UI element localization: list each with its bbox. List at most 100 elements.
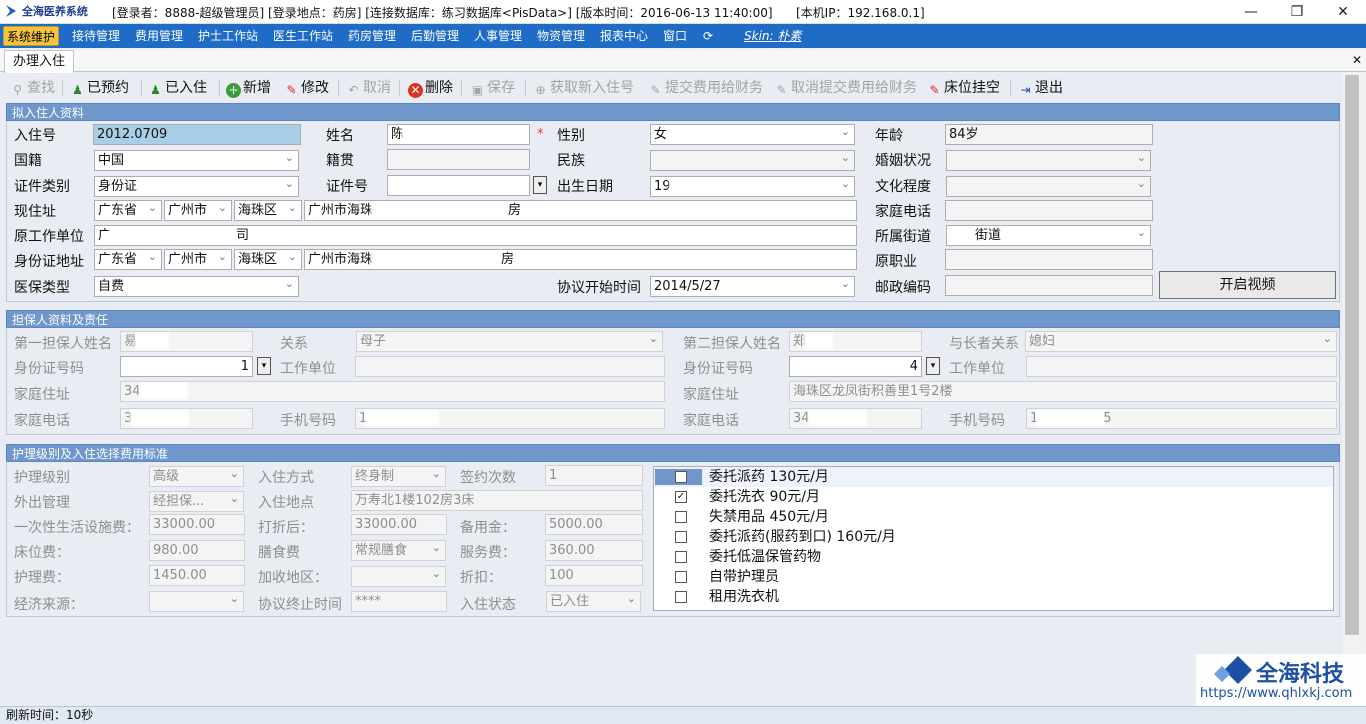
guarantor2-mobile-field[interactable]: 15 [1026, 408, 1337, 429]
scrollbar-thumb[interactable] [1345, 75, 1359, 635]
guarantor1-address-field[interactable]: 34 [120, 381, 665, 402]
old-job-field[interactable] [945, 249, 1153, 270]
menu-reception[interactable]: 接待管理 [69, 26, 123, 46]
home-phone-field[interactable] [945, 200, 1153, 221]
ethnic-select[interactable] [650, 150, 855, 171]
nationality-select[interactable]: 中国 [94, 150, 299, 171]
menu-logistics[interactable]: 后勤管理 [408, 26, 462, 46]
checkbox[interactable] [675, 551, 687, 563]
checkbox[interactable] [675, 471, 687, 483]
guarantor2-phone-field[interactable]: 34 [789, 408, 922, 429]
guarantor1-mobile-field[interactable]: 1 [355, 408, 665, 429]
discounted-field[interactable]: 33000.00 [351, 514, 447, 535]
bed-fee-field[interactable]: 980.00 [149, 540, 245, 561]
guarantor2-relation-select[interactable]: 媳妇 [1025, 331, 1337, 352]
add-button[interactable]: + 新增 [226, 78, 271, 98]
age-field[interactable]: 84岁 [945, 124, 1153, 145]
address-city-select[interactable]: 广州市 [164, 200, 232, 221]
menu-pharmacy[interactable]: 药房管理 [345, 26, 399, 46]
bed-hang-button[interactable]: ✎ 床位挂空 [927, 78, 1000, 98]
guarantor2-id-field[interactable]: 4 [789, 356, 922, 377]
id-address-province-select[interactable]: 广东省 [94, 249, 162, 270]
submit-fee-button[interactable]: ✎ 提交费用给财务 [648, 78, 763, 98]
education-select[interactable] [946, 176, 1151, 197]
minimize-button[interactable]: — [1228, 0, 1274, 24]
menu-skin[interactable]: Skin: 朴素 [741, 26, 804, 46]
care-level-select[interactable]: 高级 [149, 466, 244, 487]
checkbox[interactable] [675, 531, 687, 543]
cancel-button[interactable]: ↶ 取消 [346, 78, 391, 98]
list-item[interactable]: 自带护理员 [654, 567, 1333, 587]
vertical-scrollbar[interactable] [1343, 73, 1361, 706]
id-address-city-select[interactable]: 广州市 [164, 249, 232, 270]
outing-select[interactable]: 经担保... [149, 491, 244, 512]
menu-system[interactable]: 系统维护 [3, 26, 60, 46]
guarantor1-id-field[interactable]: 1 [120, 356, 253, 377]
exit-button[interactable]: ⇥ 退出 [1018, 78, 1063, 98]
id-address-district-select[interactable]: 海珠区 [234, 249, 302, 270]
guarantor2-address-field[interactable]: 海珠区龙凤街积善里1号2楼 [789, 381, 1337, 402]
menu-reports[interactable]: 报表中心 [597, 26, 651, 46]
list-item[interactable]: 委托低温保管药物 [654, 547, 1333, 567]
agreement-start-picker[interactable]: 2014/5/27 [650, 276, 855, 297]
guarantor1-work-field[interactable] [355, 356, 665, 377]
gender-select[interactable]: 女 [650, 124, 855, 145]
tab-checkin[interactable]: 办理入住 [4, 50, 75, 73]
marital-select[interactable] [946, 150, 1151, 171]
insurance-select[interactable]: 自费 [94, 276, 299, 297]
onetime-fee-field[interactable]: 33000.00 [149, 514, 245, 535]
agreement-end-field[interactable]: **** [351, 591, 447, 612]
menu-nurse[interactable]: 护士工作站 [195, 26, 261, 46]
zip-field[interactable] [945, 275, 1153, 296]
menu-materials[interactable]: 物资管理 [534, 26, 588, 46]
id-address-detail-field[interactable]: 广州市海珠房 [304, 249, 857, 270]
care-fee-field[interactable]: 1450.00 [149, 565, 245, 586]
cancel-submit-fee-button[interactable]: ✎ 取消提交费用给财务 [774, 78, 917, 98]
close-button[interactable]: ✕ [1320, 0, 1366, 24]
service-fee-field[interactable]: 360.00 [545, 540, 643, 561]
open-video-button[interactable]: 开启视频 [1159, 271, 1336, 299]
get-new-number-button[interactable]: ⊕ 获取新入住号 [533, 78, 634, 98]
reserved-button[interactable]: ♟ 已预约 [70, 78, 129, 98]
checkbox[interactable]: ✓ [675, 491, 687, 503]
economic-source-select[interactable] [149, 591, 244, 612]
menu-fee[interactable]: 费用管理 [132, 26, 186, 46]
menu-doctor[interactable]: 医生工作站 [270, 26, 336, 46]
guarantor1-phone-field[interactable]: 3 [120, 408, 253, 429]
guarantor1-relation-select[interactable]: 母子 [356, 331, 663, 352]
checkin-status-select[interactable]: 已入住 [546, 591, 641, 612]
list-item[interactable]: 失禁用品 450元/月 [654, 507, 1333, 527]
name-field[interactable]: 陈 [387, 124, 530, 145]
restore-button[interactable]: ❐ [1274, 0, 1320, 24]
tab-close-icon[interactable]: ✕ [1352, 53, 1362, 67]
birth-date-picker[interactable]: 19 [650, 176, 855, 197]
checked-in-button[interactable]: ♟ 已入住 [148, 78, 207, 98]
list-item[interactable]: 委托派药 130元/月 [654, 467, 1333, 487]
menu-window[interactable]: 窗口 [660, 26, 690, 46]
guarantor2-id-dropdown-icon[interactable]: ▾ [926, 357, 940, 375]
id-no-field[interactable] [387, 175, 530, 196]
id-no-dropdown-icon[interactable]: ▾ [533, 176, 547, 194]
guarantor1-id-dropdown-icon[interactable]: ▾ [257, 357, 271, 375]
delete-button[interactable]: ✕ 删除 [408, 78, 453, 98]
list-item[interactable]: 委托派药(服药到口) 160元/月 [654, 527, 1333, 547]
sign-count-field[interactable]: 1 [545, 465, 643, 486]
region-select[interactable] [351, 566, 446, 587]
checkbox[interactable] [675, 591, 687, 603]
edit-button[interactable]: ✎ 修改 [284, 78, 329, 98]
native-place-field[interactable] [387, 149, 530, 170]
meal-select[interactable]: 常规膳食 [351, 540, 446, 561]
id-type-select[interactable]: 身份证 [94, 176, 299, 197]
checkbox[interactable] [675, 511, 687, 523]
guarantor2-work-field[interactable] [1026, 356, 1337, 377]
reserve-field[interactable]: 5000.00 [545, 514, 643, 535]
list-item[interactable]: 租用洗衣机 [654, 587, 1333, 607]
search-button[interactable]: ⚲ 查找 [10, 78, 55, 98]
guarantor1-name-field[interactable]: 易 [120, 331, 253, 352]
checkin-no-field[interactable]: 2012.0709 [93, 124, 301, 145]
checkin-method-select[interactable]: 终身制 [351, 466, 446, 487]
discount-field[interactable]: 100 [545, 565, 643, 586]
checkbox[interactable] [675, 571, 687, 583]
street-select[interactable]: 街道 [946, 225, 1151, 246]
address-district-select[interactable]: 海珠区 [234, 200, 302, 221]
